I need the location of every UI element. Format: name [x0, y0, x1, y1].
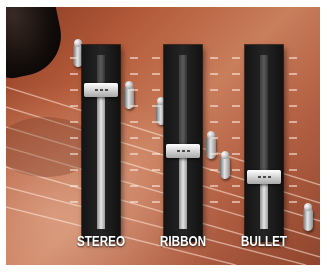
- fader-fill: [260, 176, 268, 229]
- fader-fill: [97, 89, 105, 229]
- fader-track[interactable]: [179, 55, 187, 229]
- tuning-peg: [220, 151, 230, 179]
- tick-scale: [152, 57, 162, 207]
- fader-thumb[interactable]: [166, 143, 200, 158]
- fader-track[interactable]: [97, 55, 105, 229]
- tick-scale: [289, 57, 299, 207]
- fader-fill: [179, 150, 187, 229]
- fader-track[interactable]: [260, 55, 268, 229]
- fader-thumb[interactable]: [84, 82, 118, 97]
- stereo-fader[interactable]: [82, 45, 120, 241]
- tick-scale: [232, 57, 242, 207]
- tick-scale: [130, 57, 140, 207]
- tuning-peg: [303, 203, 313, 231]
- ribbon-fader[interactable]: [164, 45, 202, 241]
- tick-scale: [210, 57, 220, 207]
- mic-mixer-panel: STEREO RIBBON BULLET: [6, 7, 320, 265]
- bullet-label: BULLET: [240, 233, 288, 250]
- dark-knob-background: [6, 7, 69, 82]
- stereo-label: STEREO: [76, 233, 126, 250]
- tick-scale: [70, 57, 80, 207]
- ribbon-label: RIBBON: [159, 233, 207, 250]
- bullet-fader[interactable]: [245, 45, 283, 241]
- fader-thumb[interactable]: [247, 169, 281, 184]
